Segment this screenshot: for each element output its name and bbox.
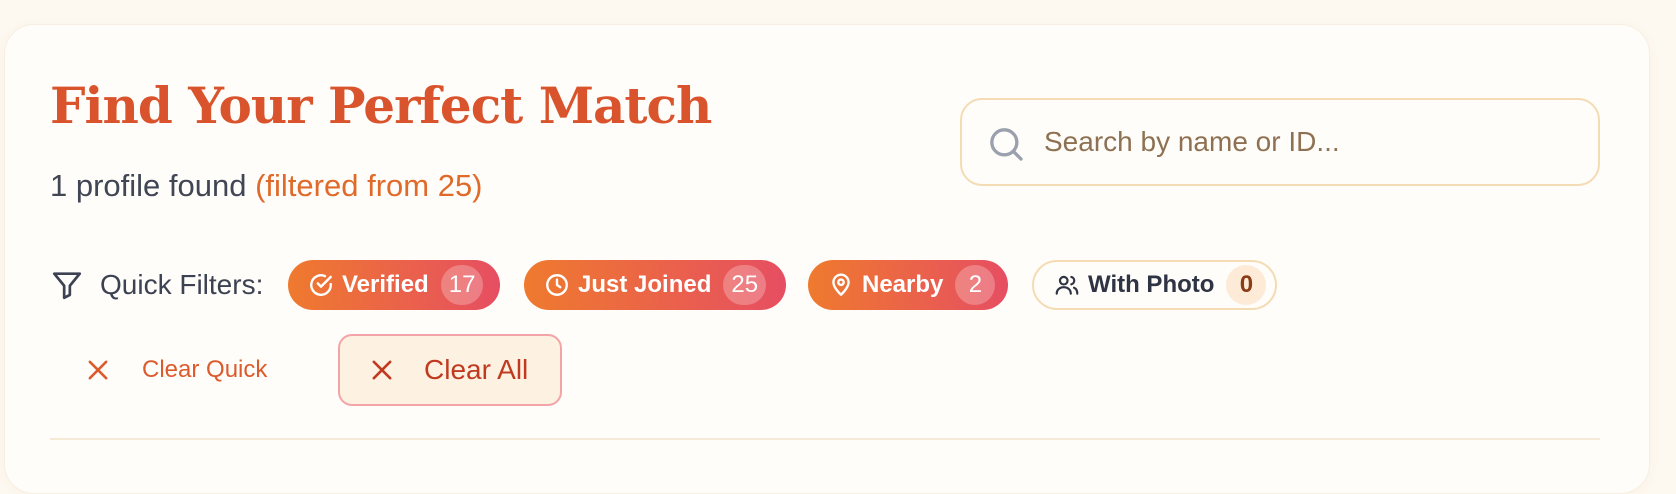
chip-label: Just Joined: [578, 271, 712, 298]
check-circle-icon: [310, 274, 332, 296]
chip-count-badge: 25: [723, 265, 767, 305]
search-icon: [990, 128, 1023, 161]
users-icon: [1055, 275, 1079, 295]
search-input[interactable]: [1044, 118, 1574, 166]
quick-filters-label-group: Quick Filters:: [50, 264, 263, 306]
search-box[interactable]: [960, 98, 1600, 186]
clock-icon: [546, 274, 568, 296]
close-icon: [372, 360, 392, 380]
chip-label: With Photo: [1088, 271, 1215, 298]
funnel-icon: [52, 272, 82, 300]
clear-quick-button[interactable]: Clear Quick: [84, 352, 267, 388]
results-summary: 1 profile found (filtered from 25): [50, 166, 483, 206]
map-pin-icon: [832, 273, 850, 296]
results-count: 1 profile found: [50, 168, 247, 203]
quick-filter-chip-verified[interactable]: Verified 17: [288, 260, 500, 310]
quick-filters-label: Quick Filters:: [100, 269, 264, 300]
close-icon: [88, 360, 108, 380]
chip-count-badge: 2: [955, 265, 996, 305]
quick-filter-chip-just-joined[interactable]: Just Joined 25: [524, 260, 786, 310]
chip-label: Nearby: [862, 271, 944, 298]
section-divider: [50, 438, 1600, 440]
filtered-note: (filtered from 25): [255, 168, 483, 203]
page-title: Find Your Perfect Match: [50, 76, 712, 135]
clear-quick-label: Clear Quick: [142, 356, 268, 383]
clear-all-label: Clear All: [424, 354, 529, 385]
chip-count-badge: 17: [440, 265, 484, 305]
chip-label: Verified: [342, 271, 429, 298]
clear-all-button[interactable]: Clear All: [338, 334, 562, 406]
quick-filter-chip-nearby[interactable]: Nearby 2: [808, 260, 1008, 310]
chip-count-badge: 0: [1226, 265, 1267, 305]
quick-filter-chip-with-photo[interactable]: With Photo 0: [1032, 260, 1277, 310]
